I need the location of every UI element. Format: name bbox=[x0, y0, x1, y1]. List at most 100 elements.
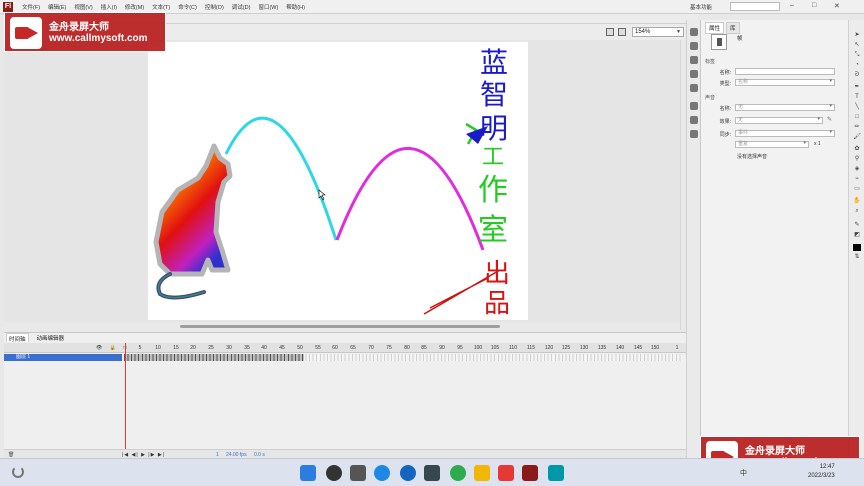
frame-icon bbox=[711, 34, 727, 50]
tools-panel: ➤ ↖ ⤡ ◔ ᘐ ✒ T ╲ □ ✏ 🖌 ✿ ⚲ ◈ ⌁ ▭ ✋ ⌕ ✎ ◩ … bbox=[848, 20, 864, 458]
edit-scene-icon[interactable] bbox=[618, 28, 626, 36]
menu-item[interactable]: 视图(V) bbox=[74, 3, 92, 11]
edge-browser-icon[interactable] bbox=[374, 465, 390, 481]
transform-icon[interactable] bbox=[690, 84, 698, 92]
menu-item[interactable]: 帮助(H) bbox=[286, 3, 305, 11]
components-icon[interactable] bbox=[690, 102, 698, 110]
menu-item[interactable]: 编辑(E) bbox=[48, 3, 66, 11]
layer-name: 图层 1 bbox=[16, 354, 31, 360]
system-clock[interactable]: 12:47 2022/3/23 bbox=[808, 463, 835, 481]
stroke-color-icon[interactable]: ✎ bbox=[853, 222, 861, 229]
subselection-tool-icon[interactable]: ↖ bbox=[853, 42, 861, 49]
align-icon[interactable] bbox=[690, 56, 698, 64]
tab-library[interactable]: 库 bbox=[726, 22, 740, 34]
sync-select[interactable]: 事件 bbox=[735, 130, 835, 137]
repeat-count[interactable]: x 1 bbox=[814, 141, 821, 147]
paint-bucket-tool-icon[interactable]: ◈ bbox=[853, 166, 861, 173]
free-transform-tool-icon[interactable]: ⤡ bbox=[853, 52, 861, 59]
start-icon[interactable] bbox=[300, 465, 316, 481]
workspace-switcher[interactable]: 基本功能 bbox=[690, 3, 712, 11]
file-explorer-icon[interactable] bbox=[474, 465, 490, 481]
playhead[interactable] bbox=[125, 343, 126, 455]
effect-select[interactable]: 无 bbox=[735, 117, 823, 124]
ruler-number: 100 bbox=[473, 345, 483, 351]
input-language[interactable]: 中 bbox=[740, 468, 747, 478]
zoom-select[interactable]: 154% ▼ bbox=[632, 27, 684, 37]
repeat-select[interactable]: 重复 bbox=[735, 141, 809, 148]
ruler-number: 35 bbox=[244, 345, 250, 351]
store-bag-icon[interactable] bbox=[498, 465, 514, 481]
sound-name-select[interactable]: 无 bbox=[735, 104, 835, 111]
code-snippets-icon[interactable] bbox=[690, 130, 698, 138]
task-view-icon[interactable] bbox=[350, 465, 366, 481]
ruler-number: 90 bbox=[439, 345, 445, 351]
type-select[interactable]: 名称 bbox=[735, 79, 835, 86]
minimize-icon[interactable]: – bbox=[790, 2, 794, 9]
swatches-icon[interactable] bbox=[690, 42, 698, 50]
store-icon[interactable] bbox=[424, 465, 440, 481]
text-tool-icon[interactable]: T bbox=[853, 94, 861, 101]
lasso-tool-icon[interactable]: ᘐ bbox=[853, 72, 861, 79]
fill-color-icon[interactable]: ◩ bbox=[853, 232, 861, 239]
brush-tool-icon[interactable]: 🖌 bbox=[853, 134, 861, 141]
type-label: 类型: bbox=[719, 81, 731, 87]
maximize-icon[interactable]: □ bbox=[812, 2, 816, 9]
clock-date: 2022/3/23 bbox=[808, 473, 835, 479]
selection-tool-icon[interactable]: ➤ bbox=[853, 32, 861, 39]
ruler-number: 50 bbox=[297, 345, 303, 351]
app-clock-icon[interactable] bbox=[400, 465, 416, 481]
eraser-tool-icon[interactable]: ▭ bbox=[853, 186, 861, 193]
watermark-top-left: 金舟录屏大师 www.callmysoft.com bbox=[4, 12, 166, 52]
notes-app-icon[interactable] bbox=[548, 465, 564, 481]
deco-tool-icon[interactable]: ✿ bbox=[853, 146, 861, 153]
edit-symbol-icon[interactable] bbox=[606, 28, 614, 36]
timeline-panel: 时间轴 动画编辑器 👁 🔒 □ 5 10 15 20 25 30 35 40 45 50 55 60 6… bbox=[4, 332, 698, 459]
menu-item[interactable]: 修改(M) bbox=[125, 3, 144, 11]
close-icon[interactable]: ✕ bbox=[834, 2, 840, 10]
wechat-icon[interactable] bbox=[450, 465, 466, 481]
info-icon[interactable] bbox=[690, 70, 698, 78]
timeline-header: 👁 🔒 □ 5 10 15 20 25 30 35 40 45 50 55 60 65 70 75 80 85 9… bbox=[4, 343, 698, 353]
menu-item[interactable]: 插入(I) bbox=[101, 3, 117, 11]
flash-app-icon[interactable] bbox=[522, 465, 538, 481]
pencil-tool-icon[interactable]: ✏ bbox=[853, 124, 861, 131]
motion-presets-icon[interactable] bbox=[690, 116, 698, 124]
menu-item[interactable]: 文本(T) bbox=[152, 3, 170, 11]
frame-strip[interactable] bbox=[124, 354, 682, 361]
search-icon[interactable] bbox=[326, 465, 342, 481]
section-label-header[interactable]: 标签 bbox=[705, 58, 715, 65]
chevron-down-icon: ▼ bbox=[676, 29, 681, 35]
eyedropper-tool-icon[interactable]: ⌁ bbox=[853, 176, 861, 183]
menu-item[interactable]: 文件(F) bbox=[22, 3, 40, 11]
section-sound-header[interactable]: 声音 bbox=[705, 94, 715, 101]
stage-canvas[interactable]: 蓝 智 明 工 作 室 出 品 bbox=[148, 42, 528, 320]
menu-item[interactable]: 控制(O) bbox=[205, 3, 224, 11]
frame-name-input[interactable] bbox=[735, 68, 835, 75]
line-tool-icon[interactable]: ╲ bbox=[853, 104, 861, 111]
help-search-input[interactable] bbox=[730, 2, 780, 11]
hand-tool-icon[interactable]: ✋ bbox=[853, 198, 861, 205]
3d-rotation-tool-icon[interactable]: ◔ bbox=[853, 62, 861, 69]
pen-tool-icon[interactable]: ✒ bbox=[853, 84, 861, 91]
frame-ruler[interactable]: 5 10 15 20 25 30 35 40 45 50 55 60 65 70 75 80 85 90 95 100… bbox=[124, 343, 682, 353]
menu-item[interactable]: 窗口(W) bbox=[258, 3, 278, 11]
bone-tool-icon[interactable]: ⚲ bbox=[853, 156, 861, 163]
rectangle-tool-icon[interactable]: □ bbox=[853, 114, 861, 121]
menu-item[interactable]: 命令(C) bbox=[178, 3, 197, 11]
color-panel-icon[interactable] bbox=[690, 28, 698, 36]
scroll-thumb[interactable] bbox=[180, 325, 500, 328]
ruler-number: 40 bbox=[261, 345, 267, 351]
char-pin: 品 bbox=[484, 289, 510, 319]
swap-colors-icon[interactable]: ⇅ bbox=[853, 254, 861, 261]
char-lan: 蓝 bbox=[480, 46, 508, 79]
pencil-icon[interactable]: ✎ bbox=[827, 116, 832, 123]
tab-timeline[interactable]: 时间轴 bbox=[6, 333, 29, 343]
tab-motion-editor[interactable]: 动画编辑器 bbox=[35, 333, 67, 342]
menu-item[interactable]: 调试(D) bbox=[232, 3, 251, 11]
stage-horizontal-scrollbar[interactable] bbox=[4, 322, 680, 330]
layer-row[interactable]: 图层 1 bbox=[4, 354, 122, 361]
black-swatch-icon[interactable] bbox=[853, 244, 861, 251]
tab-properties[interactable]: 属性 bbox=[705, 22, 725, 34]
zoom-tool-icon[interactable]: ⌕ bbox=[853, 208, 861, 215]
panel-icon-strip bbox=[686, 20, 700, 458]
